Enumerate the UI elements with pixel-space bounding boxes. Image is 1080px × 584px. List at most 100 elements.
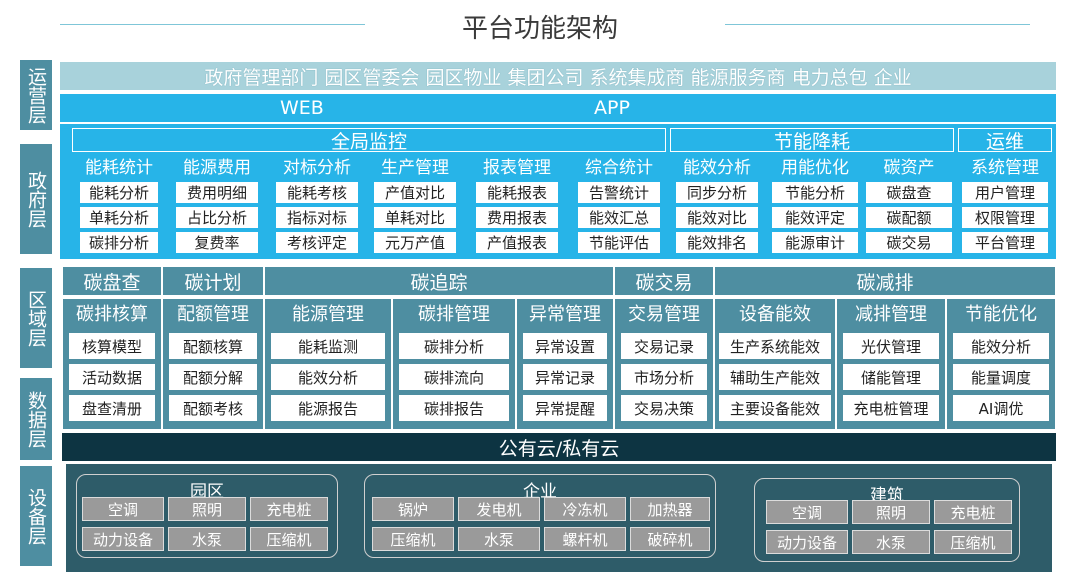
region-col-accounting: 碳排核算 核算模型 活动数据 盘查清册 (62, 298, 162, 430)
region-item: 能耗监测 (271, 333, 385, 359)
region-col-title: 能源管理 (292, 304, 364, 325)
device-item: 充电桩 (250, 497, 328, 521)
region-col-trade: 交易管理 交易记录 市场分析 交易决策 (614, 298, 714, 430)
cloud-bar: 公有云/私有云 (62, 433, 1056, 461)
region-item: 能效分析 (953, 333, 1049, 359)
gov-item: 能效对比 (676, 207, 758, 228)
gov-item: 碳配额 (866, 207, 952, 228)
region-item: 配额核算 (169, 333, 257, 359)
region-item: 交易决策 (621, 395, 707, 421)
region-col-title: 碳排核算 (76, 304, 148, 325)
gov-section-global: 全局监控 (72, 128, 666, 153)
channel-app: APP (594, 97, 630, 119)
device-item: 空调 (766, 500, 848, 524)
gov-col-energy-cost: 能源费用 费用明细 占比分析 复费率 (176, 156, 258, 253)
gov-item: 能效汇总 (578, 207, 660, 228)
gov-item: 产值报表 (476, 232, 558, 253)
region-col-title: 交易管理 (628, 304, 700, 325)
channel-web: WEB (280, 97, 324, 119)
layer-label-region: 区域层 (20, 268, 52, 368)
region-col-device-efficiency: 设备能效 生产系统能效 辅助生产能效 主要设备能效 (714, 298, 836, 430)
gov-columns: 能耗统计 能耗分析 单耗分析 碳排分析 能源费用 费用明细 占比分析 复费率 对… (76, 156, 1054, 256)
operators-text: 政府管理部门 园区管委会 园区物业 集团公司 系统集成商 能源服务商 电力总包 … (204, 66, 912, 89)
title-line-right (725, 24, 1030, 25)
layer-label-region-text: 区域层 (25, 289, 47, 347)
region-item: 能源报告 (271, 395, 385, 421)
cloud-text: 公有云/私有云 (498, 437, 620, 460)
gov-col-summary: 综合统计 告警统计 能效汇总 节能评估 (578, 156, 660, 253)
gov-item: 复费率 (176, 232, 258, 253)
region-section-reduction: 碳减排 (714, 266, 1056, 296)
gov-item: 用户管理 (962, 182, 1048, 203)
region-section-plan: 碳计划 (162, 266, 264, 296)
layer-label-gov: 政府层 (20, 144, 52, 254)
region-col-title: 配额管理 (177, 304, 249, 325)
operators-bar: 政府管理部门 园区管委会 园区物业 集团公司 系统集成商 能源服务商 电力总包 … (60, 62, 1056, 90)
gov-col-title: 能源费用 (183, 158, 251, 178)
gov-col-efficiency: 能效分析 同步分析 能效对比 能效排名 (676, 156, 758, 253)
region-col-energy: 能源管理 能耗监测 能效分析 能源报告 (264, 298, 392, 430)
gov-col-energy-stats: 能耗统计 能耗分析 单耗分析 碳排分析 (80, 156, 158, 253)
gov-item: 节能分析 (772, 182, 858, 203)
page-title: 平台功能架构 (461, 14, 618, 44)
gov-item: 节能评估 (578, 232, 660, 253)
device-item: 照明 (168, 497, 246, 521)
layer-label-ops-text: 运营层 (25, 66, 47, 124)
region-item: 异常提醒 (523, 395, 607, 421)
gov-item: 费用报表 (476, 207, 558, 228)
gov-col-carbon-assets: 碳资产 碳盘查 碳配额 碳交易 (866, 156, 952, 253)
region-item: 碳排报告 (399, 395, 509, 421)
region-col-title: 减排管理 (855, 304, 927, 325)
region-item: 能量调度 (953, 364, 1049, 390)
gov-item: 能耗分析 (80, 182, 158, 203)
region-item: 光伏管理 (843, 333, 939, 359)
gov-item: 考核评定 (276, 232, 358, 253)
region-col-energy-optimization: 节能优化 能效分析 能量调度 AI调优 (946, 298, 1056, 430)
device-item: 压缩机 (250, 527, 328, 551)
region-col-quota: 配额管理 配额核算 配额分解 配额考核 (162, 298, 264, 430)
device-item: 充电桩 (934, 500, 1012, 524)
device-item: 空调 (82, 497, 164, 521)
region-item: 异常设置 (523, 333, 607, 359)
gov-item: 平台管理 (962, 232, 1048, 253)
gov-section-ops: 运维 (958, 128, 1052, 153)
region-col-title: 碳排管理 (418, 304, 490, 325)
gov-item: 能耗考核 (276, 182, 358, 203)
gov-col-title: 能耗统计 (85, 158, 153, 178)
region-col-anomaly: 异常管理 异常设置 异常记录 异常提醒 (516, 298, 614, 430)
gov-col-production: 生产管理 产值对比 单耗对比 元万产值 (374, 156, 456, 253)
device-item: 水泵 (168, 527, 246, 551)
region-item: 市场分析 (621, 364, 707, 390)
channels-bar: WEB APP (60, 94, 1056, 122)
gov-col-title: 综合统计 (585, 158, 653, 178)
region-section-tracking: 碳追踪 (264, 266, 614, 296)
region-item: 主要设备能效 (719, 395, 831, 421)
gov-item: 能效排名 (676, 232, 758, 253)
device-item: 发电机 (458, 497, 540, 521)
device-item: 冷冻机 (544, 497, 626, 521)
gov-item: 占比分析 (176, 207, 258, 228)
gov-section-saving: 节能降耗 (670, 128, 954, 153)
gov-item: 权限管理 (962, 207, 1048, 228)
gov-item: 单耗对比 (374, 207, 456, 228)
gov-item: 元万产值 (374, 232, 456, 253)
region-item: 配额考核 (169, 395, 257, 421)
layer-label-device: 设备层 (20, 466, 52, 566)
device-item: 锅炉 (372, 497, 454, 521)
region-item: 能效分析 (271, 364, 385, 390)
gov-item: 碳盘查 (866, 182, 952, 203)
gov-col-title: 报表管理 (483, 158, 551, 178)
layer-label-gov-text: 政府层 (25, 170, 47, 228)
region-col-title: 异常管理 (529, 304, 601, 325)
region-item: AI调优 (953, 395, 1049, 421)
region-item: 盘查清册 (69, 395, 155, 421)
region-item: 活动数据 (69, 364, 155, 390)
region-col-title: 设备能效 (739, 304, 811, 325)
gov-item: 碳交易 (866, 232, 952, 253)
device-item: 水泵 (458, 527, 540, 551)
gov-item: 能源审计 (772, 232, 858, 253)
gov-col-title: 生产管理 (381, 158, 449, 178)
device-item: 动力设备 (82, 527, 164, 551)
device-item: 照明 (852, 500, 930, 524)
gov-item: 单耗分析 (80, 207, 158, 228)
